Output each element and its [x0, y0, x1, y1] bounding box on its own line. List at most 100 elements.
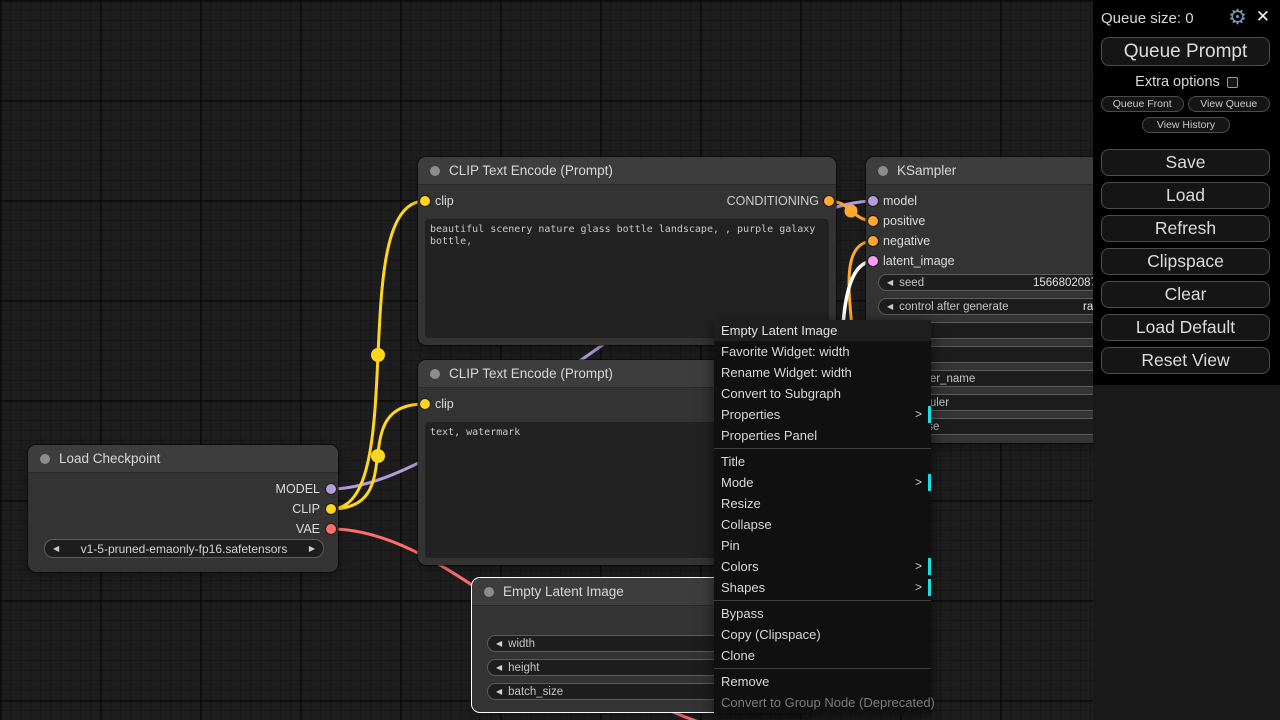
menu-item-bypass[interactable]: Bypass	[714, 603, 931, 624]
output-label-conditioning: CONDITIONING	[727, 193, 819, 209]
menu-item-properties[interactable]: Properties >	[714, 404, 931, 425]
output-label-clip: CLIP	[292, 501, 320, 517]
refresh-button[interactable]: Refresh	[1101, 215, 1270, 242]
input-dot-latent-image[interactable]	[868, 256, 878, 266]
extra-options-row: Extra options	[1093, 74, 1280, 90]
menu-item-mode[interactable]: Mode >	[714, 472, 931, 493]
input-label-clip: clip	[435, 193, 454, 209]
load-default-button[interactable]: Load Default	[1101, 314, 1270, 341]
node-title: CLIP Text Encode (Prompt)	[449, 163, 613, 178]
submenu-accent-bar	[928, 406, 931, 423]
output-label-vae: VAE	[296, 521, 320, 537]
link-midpoint-dot[interactable]	[845, 205, 858, 218]
reset-view-button[interactable]: Reset View	[1101, 347, 1270, 374]
submenu-arrow-icon: >	[915, 404, 922, 425]
side-panel: Queue size: 0 ⚙ ✕ Queue Prompt Extra opt…	[1093, 0, 1280, 720]
link-midpoint-dot[interactable]	[371, 449, 385, 463]
menu-item-label: Mode	[721, 475, 754, 490]
input-dot-clip[interactable]	[420, 196, 430, 206]
save-button[interactable]: Save	[1101, 149, 1270, 176]
widget-value: 1566802087	[1033, 277, 1097, 289]
input-dot-positive[interactable]	[868, 216, 878, 226]
submenu-accent-bar	[928, 474, 931, 491]
input-dot-model[interactable]	[868, 196, 878, 206]
input-label-latent-image: latent_image	[883, 253, 955, 269]
menu-item-clone[interactable]: Clone	[714, 645, 931, 666]
collapse-dot-icon[interactable]	[430, 369, 440, 379]
settings-gear-icon[interactable]: ⚙	[1228, 6, 1247, 30]
stepper-left-icon[interactable]: ◀	[496, 687, 502, 696]
queue-front-button[interactable]: Queue Front	[1101, 96, 1184, 112]
menu-item-shapes[interactable]: Shapes>	[714, 577, 931, 598]
stepper-left-icon[interactable]: ◀	[496, 663, 502, 672]
queue-small-buttons: Queue Front View Queue	[1101, 96, 1270, 112]
menu-separator	[714, 668, 931, 669]
output-dot-conditioning[interactable]	[824, 196, 834, 206]
node-title: CLIP Text Encode (Prompt)	[449, 366, 613, 381]
stepper-left-icon[interactable]: ◀	[887, 302, 893, 311]
menu-item-label: Colors	[721, 559, 759, 574]
widget-label: height	[508, 662, 539, 674]
extra-options-label: Extra options	[1135, 74, 1220, 90]
view-queue-button[interactable]: View Queue	[1188, 96, 1271, 112]
menu-item-rename-widget[interactable]: Rename Widget: width	[714, 362, 931, 383]
node-title: Empty Latent Image	[503, 584, 624, 599]
node-title: KSampler	[897, 163, 956, 178]
close-icon[interactable]: ✕	[1256, 7, 1270, 27]
submenu-arrow-icon: >	[915, 556, 922, 577]
widget-ckpt-name[interactable]: ◀ v1-5-pruned-emaonly-fp16.safetensors ▶	[44, 539, 324, 558]
stepper-left-icon[interactable]: ◀	[887, 278, 893, 287]
node-title-bar[interactable]: CLIP Text Encode (Prompt)	[418, 157, 836, 185]
submenu-accent-bar	[928, 579, 931, 596]
node-clip-text-encode-positive[interactable]: CLIP Text Encode (Prompt) clip CONDITION…	[418, 157, 836, 345]
combo-right-icon[interactable]: ▶	[309, 544, 315, 553]
queue-prompt-button[interactable]: Queue Prompt	[1101, 37, 1270, 66]
widget-label: batch_size	[508, 686, 563, 698]
submenu-arrow-icon: >	[915, 577, 922, 598]
context-menu-title: Empty Latent Image	[714, 320, 931, 341]
input-dot-clip[interactable]	[420, 399, 430, 409]
widget-label: width	[508, 638, 535, 650]
input-dot-negative[interactable]	[868, 236, 878, 246]
clipspace-button[interactable]: Clipspace	[1101, 248, 1270, 275]
menu-item-favorite-widget[interactable]: Favorite Widget: width	[714, 341, 931, 362]
menu-item-properties-panel[interactable]: Properties Panel	[714, 425, 931, 446]
input-label-model: model	[883, 193, 917, 209]
menu-item-convert-to-group-node: Convert to Group Node (Deprecated)	[714, 692, 931, 713]
clear-button[interactable]: Clear	[1101, 281, 1270, 308]
node-load-checkpoint[interactable]: Load Checkpoint MODEL CLIP VAE ◀ v1-5-pr…	[28, 445, 338, 572]
node-title-bar[interactable]: Load Checkpoint	[28, 445, 338, 473]
collapse-dot-icon[interactable]	[484, 587, 494, 597]
output-dot-vae[interactable]	[326, 524, 336, 534]
menu-separator	[714, 448, 931, 449]
link-midpoint-dot[interactable]	[371, 348, 385, 362]
output-dot-clip[interactable]	[326, 504, 336, 514]
menu-item-title[interactable]: Title	[714, 451, 931, 472]
node-title: Load Checkpoint	[59, 451, 160, 466]
input-label-clip: clip	[435, 396, 454, 412]
menu-item-pin[interactable]: Pin	[714, 535, 931, 556]
menu-item-convert-to-subgraph[interactable]: Convert to Subgraph	[714, 383, 931, 404]
context-menu: Empty Latent Image Favorite Widget: widt…	[714, 320, 931, 713]
menu-separator	[714, 600, 931, 601]
output-label-model: MODEL	[276, 481, 320, 497]
menu-item-remove[interactable]: Remove	[714, 671, 931, 692]
collapse-dot-icon[interactable]	[40, 454, 50, 464]
menu-item-collapse[interactable]: Collapse	[714, 514, 931, 535]
menu-item-label: Properties	[721, 407, 780, 422]
view-history-button[interactable]: View History	[1142, 117, 1230, 133]
menu-item-colors[interactable]: Colors >	[714, 556, 931, 577]
collapse-dot-icon[interactable]	[430, 166, 440, 176]
input-label-negative: negative	[883, 233, 930, 249]
menu-item-resize[interactable]: Resize	[714, 493, 931, 514]
combo-value: v1-5-pruned-emaonly-fp16.safetensors	[59, 542, 309, 556]
queue-menu: Queue size: 0 ⚙ ✕ Queue Prompt Extra opt…	[1093, 0, 1280, 385]
output-dot-model[interactable]	[326, 484, 336, 494]
collapse-dot-icon[interactable]	[878, 166, 888, 176]
load-button[interactable]: Load	[1101, 182, 1270, 209]
extra-options-checkbox[interactable]	[1227, 77, 1238, 88]
menu-item-copy-clipspace[interactable]: Copy (Clipspace)	[714, 624, 931, 645]
submenu-arrow-icon: >	[915, 472, 922, 493]
stepper-left-icon[interactable]: ◀	[496, 639, 502, 648]
queue-size-label: Queue size: 0	[1101, 10, 1194, 27]
